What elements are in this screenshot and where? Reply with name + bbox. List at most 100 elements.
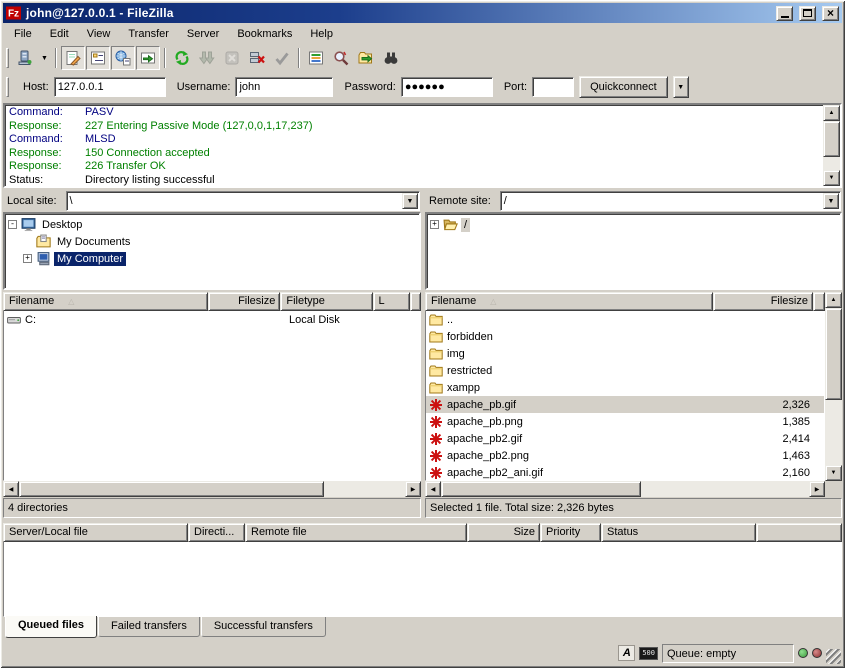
directory-comparison-button[interactable] bbox=[354, 46, 378, 70]
remote-vscroll-thumb[interactable] bbox=[825, 308, 842, 400]
scroll-down-icon[interactable]: ▼ bbox=[825, 465, 842, 481]
filename-text: C: bbox=[25, 314, 36, 326]
scroll-up-icon[interactable]: ▲ bbox=[825, 292, 842, 308]
queue-column-size[interactable]: Size bbox=[467, 523, 540, 542]
menu-file[interactable]: File bbox=[5, 25, 41, 43]
minimize-icon bbox=[781, 16, 789, 18]
file-row[interactable]: apache_pb2.png1,463 bbox=[426, 447, 824, 464]
chevron-down-icon[interactable]: ▼ bbox=[823, 193, 839, 209]
resize-grip[interactable] bbox=[826, 649, 841, 664]
menu-bookmarks[interactable]: Bookmarks bbox=[228, 25, 301, 43]
local-hscroll-track[interactable] bbox=[324, 481, 405, 497]
column-header-l[interactable]: L bbox=[373, 292, 410, 311]
queue-column-status[interactable]: Status bbox=[601, 523, 756, 542]
file-row[interactable]: .. bbox=[426, 311, 824, 328]
username-input[interactable] bbox=[235, 77, 333, 97]
toggle-remote-tree-button[interactable] bbox=[111, 46, 135, 70]
file-row[interactable]: C:Local Disk bbox=[4, 311, 420, 328]
column-header-filetype[interactable]: Filetype bbox=[280, 292, 372, 311]
log-label: Response: bbox=[9, 160, 85, 174]
toggle-queue-view-button[interactable] bbox=[136, 46, 160, 70]
tab-failed-transfers[interactable]: Failed transfers bbox=[98, 617, 200, 637]
file-row[interactable]: apache_pb2.gif2,414 bbox=[426, 430, 824, 447]
menu-edit[interactable]: Edit bbox=[41, 25, 78, 43]
menu-transfer[interactable]: Transfer bbox=[119, 25, 178, 43]
synchronized-browsing-button[interactable] bbox=[379, 46, 403, 70]
tree-toggle-plus-icon[interactable]: + bbox=[23, 254, 32, 263]
remote-hscroll-track[interactable] bbox=[641, 481, 809, 497]
port-input[interactable] bbox=[532, 77, 574, 97]
file-row[interactable]: forbidden bbox=[426, 328, 824, 345]
chevron-down-icon[interactable]: ▼ bbox=[402, 193, 418, 209]
tree-item[interactable]: My Documents bbox=[5, 233, 419, 250]
file-row[interactable]: xampp bbox=[426, 379, 824, 396]
file-row[interactable]: apache_pb2_ani.gif2,160 bbox=[426, 464, 824, 481]
message-log: Command:PASVResponse:227 Entering Passiv… bbox=[3, 103, 842, 188]
menu-help[interactable]: Help bbox=[301, 25, 342, 43]
scroll-corner bbox=[825, 481, 842, 497]
tree-toggle-plus-icon[interactable]: + bbox=[430, 220, 439, 229]
tree-toggle-minus-icon[interactable]: - bbox=[8, 220, 17, 229]
quickconnect-dropdown[interactable]: ▼ bbox=[673, 76, 689, 98]
remote-vscrollbar[interactable]: ▲ ▼ bbox=[825, 292, 842, 481]
remote-vscroll-track[interactable] bbox=[825, 400, 842, 465]
tree-item-label[interactable]: / bbox=[461, 218, 470, 232]
queue-column-blank[interactable] bbox=[756, 523, 842, 542]
quickconnect-button[interactable]: Quickconnect bbox=[579, 76, 668, 98]
local-hscrollbar[interactable]: ◀ ▶ bbox=[3, 481, 421, 497]
site-manager-dropdown[interactable]: ▼ bbox=[38, 46, 51, 70]
log-scroll-track[interactable] bbox=[823, 157, 840, 170]
scroll-up-icon[interactable]: ▲ bbox=[823, 105, 840, 121]
scroll-left-icon[interactable]: ◀ bbox=[425, 481, 441, 497]
scroll-right-icon[interactable]: ▶ bbox=[809, 481, 825, 497]
directory-listing-filters-button[interactable] bbox=[304, 46, 328, 70]
remote-hscroll-thumb[interactable] bbox=[441, 481, 641, 497]
queue-header: Server/Local fileDirecti...Remote fileSi… bbox=[3, 523, 842, 542]
menu-view[interactable]: View bbox=[78, 25, 120, 43]
column-header-filename[interactable]: Filename△ bbox=[3, 292, 208, 311]
tree-item[interactable]: + My Computer bbox=[5, 250, 419, 267]
scroll-right-icon[interactable]: ▶ bbox=[405, 481, 421, 497]
queue-column-directi-[interactable]: Directi... bbox=[188, 523, 245, 542]
file-row[interactable]: apache_pb.png1,385 bbox=[426, 413, 824, 430]
local-hscroll-thumb[interactable] bbox=[19, 481, 324, 497]
column-header-filesize[interactable]: Filesize bbox=[713, 292, 813, 311]
log-scroll-thumb[interactable] bbox=[823, 121, 840, 157]
column-header-filesize[interactable]: Filesize bbox=[208, 292, 280, 311]
remote-hscrollbar[interactable]: ◀ ▶ bbox=[425, 481, 825, 497]
file-search-button[interactable] bbox=[329, 46, 353, 70]
site-manager-button[interactable] bbox=[13, 46, 37, 70]
toggle-local-tree-button[interactable] bbox=[86, 46, 110, 70]
maximize-button[interactable] bbox=[799, 6, 816, 21]
scroll-down-icon[interactable]: ▼ bbox=[823, 170, 840, 186]
tab-queued-files[interactable]: Queued files bbox=[5, 616, 97, 638]
password-input[interactable] bbox=[401, 77, 493, 97]
cancel-operation-icon bbox=[224, 50, 240, 66]
close-button[interactable]: × bbox=[822, 6, 839, 21]
tree-item[interactable]: +/ bbox=[427, 216, 840, 233]
tree-item-label[interactable]: My Documents bbox=[54, 235, 133, 249]
tree-item-label[interactable]: Desktop bbox=[39, 218, 85, 232]
reconnect-button[interactable] bbox=[270, 46, 294, 70]
local-site-combo[interactable]: \ ▼ bbox=[66, 191, 420, 211]
scroll-left-icon[interactable]: ◀ bbox=[3, 481, 19, 497]
menu-server[interactable]: Server bbox=[178, 25, 228, 43]
host-input[interactable] bbox=[54, 77, 166, 97]
remote-site-combo[interactable]: / ▼ bbox=[500, 191, 841, 211]
tree-item-label[interactable]: My Computer bbox=[54, 252, 126, 266]
log-scrollbar[interactable]: ▲ ▼ bbox=[823, 105, 840, 186]
tree-item[interactable]: - Desktop bbox=[5, 216, 419, 233]
queue-column-priority[interactable]: Priority bbox=[540, 523, 601, 542]
tab-successful-transfers[interactable]: Successful transfers bbox=[201, 617, 326, 637]
file-row[interactable]: restricted bbox=[426, 362, 824, 379]
disconnect-button[interactable] bbox=[245, 46, 269, 70]
toggle-log-view-button[interactable] bbox=[61, 46, 85, 70]
queue-column-server-local-file[interactable]: Server/Local file bbox=[3, 523, 188, 542]
file-row[interactable]: img bbox=[426, 345, 824, 362]
refresh-button[interactable] bbox=[170, 46, 194, 70]
minimize-button[interactable] bbox=[776, 6, 793, 21]
column-header-filename[interactable]: Filename△ bbox=[425, 292, 713, 311]
queue-column-remote-file[interactable]: Remote file bbox=[245, 523, 467, 542]
file-row[interactable]: apache_pb.gif2,326 bbox=[426, 396, 824, 413]
speed-limit-icon[interactable]: 500 bbox=[639, 647, 658, 660]
